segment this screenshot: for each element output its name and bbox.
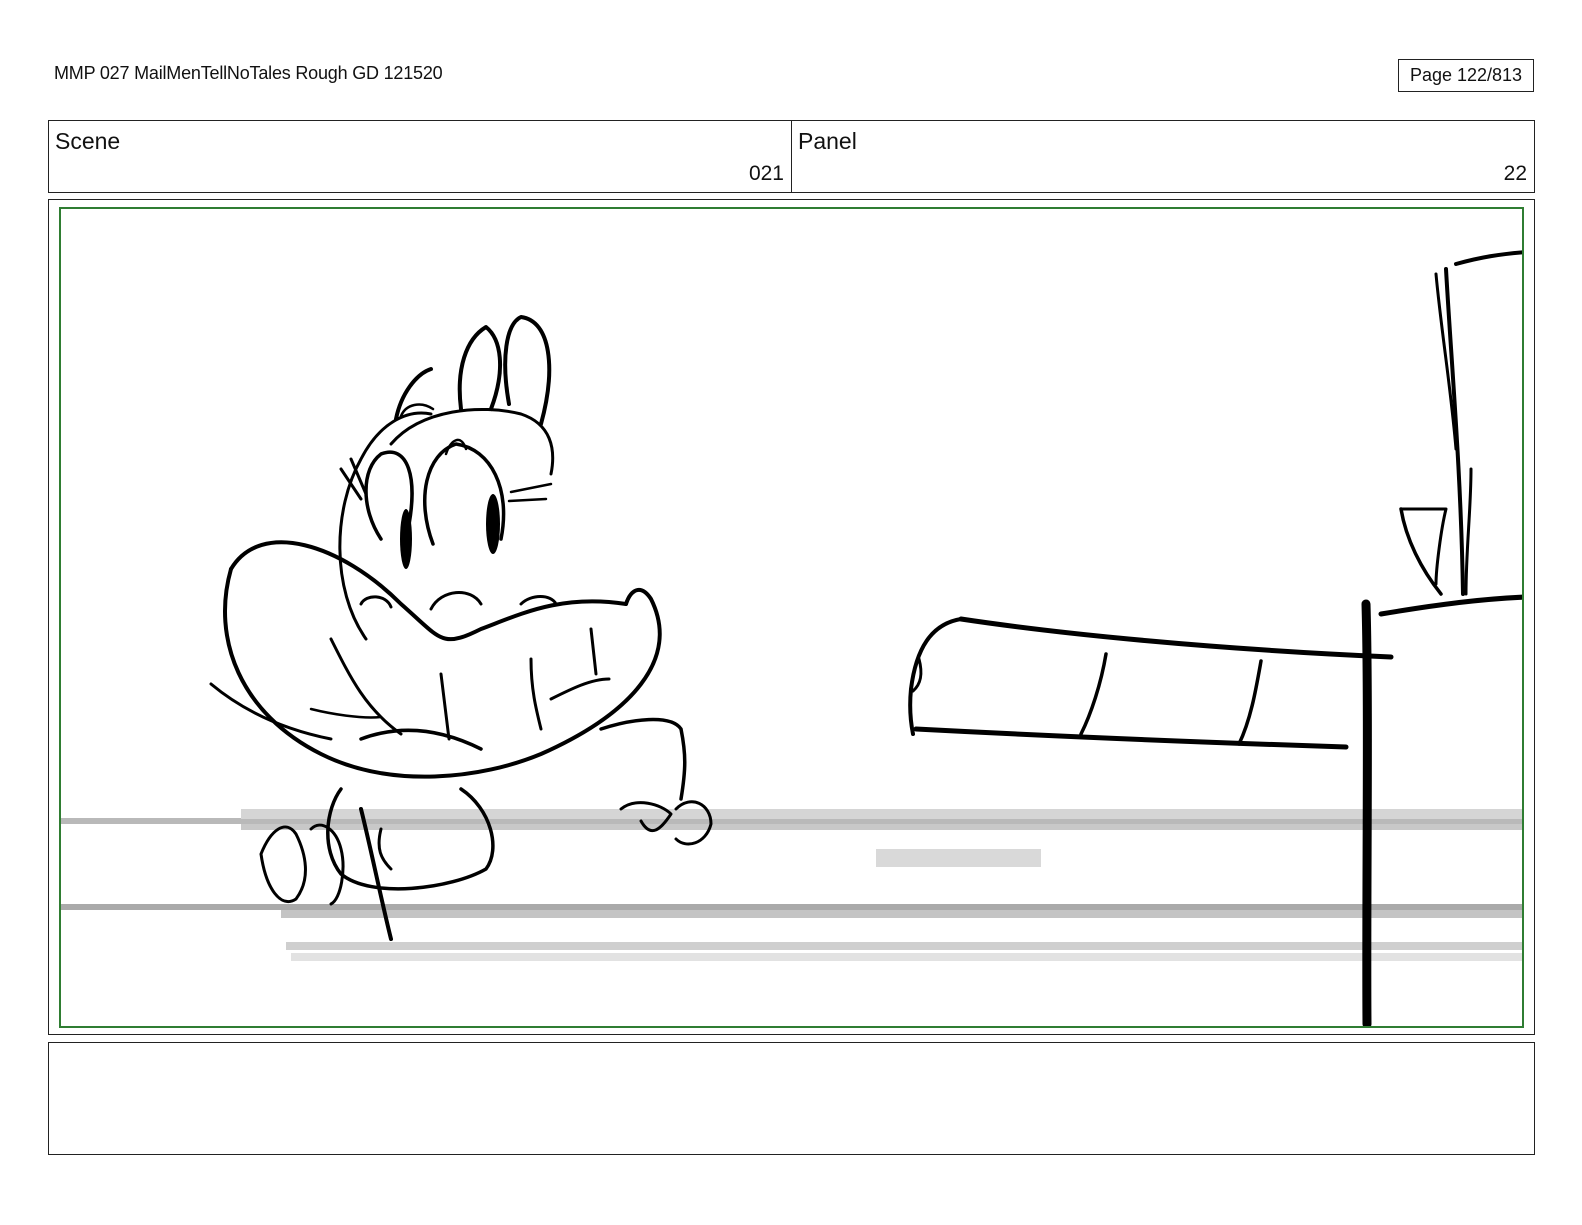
document-title: MMP 027 MailMenTellNoTales Rough GD 1215… [54, 63, 443, 83]
scene-panel-header: Scene 021 Panel 22 [48, 120, 1535, 193]
page-indicator: Page 122/813 [1398, 59, 1534, 92]
scene-cell: Scene 021 [49, 121, 791, 192]
blur-smudge [876, 849, 1041, 867]
panel-cell: Panel 22 [791, 121, 1534, 192]
character-sketch [209, 315, 713, 941]
panel-number: 22 [1503, 162, 1527, 185]
panel-notes-box [48, 1042, 1535, 1155]
storyboard-sketch [61, 250, 1522, 1026]
storyboard-safe-area [59, 207, 1524, 1028]
speed-lines [61, 809, 1522, 961]
panel-label: Panel [798, 128, 857, 154]
scene-number: 021 [748, 162, 784, 185]
scene-label: Scene [55, 128, 121, 154]
